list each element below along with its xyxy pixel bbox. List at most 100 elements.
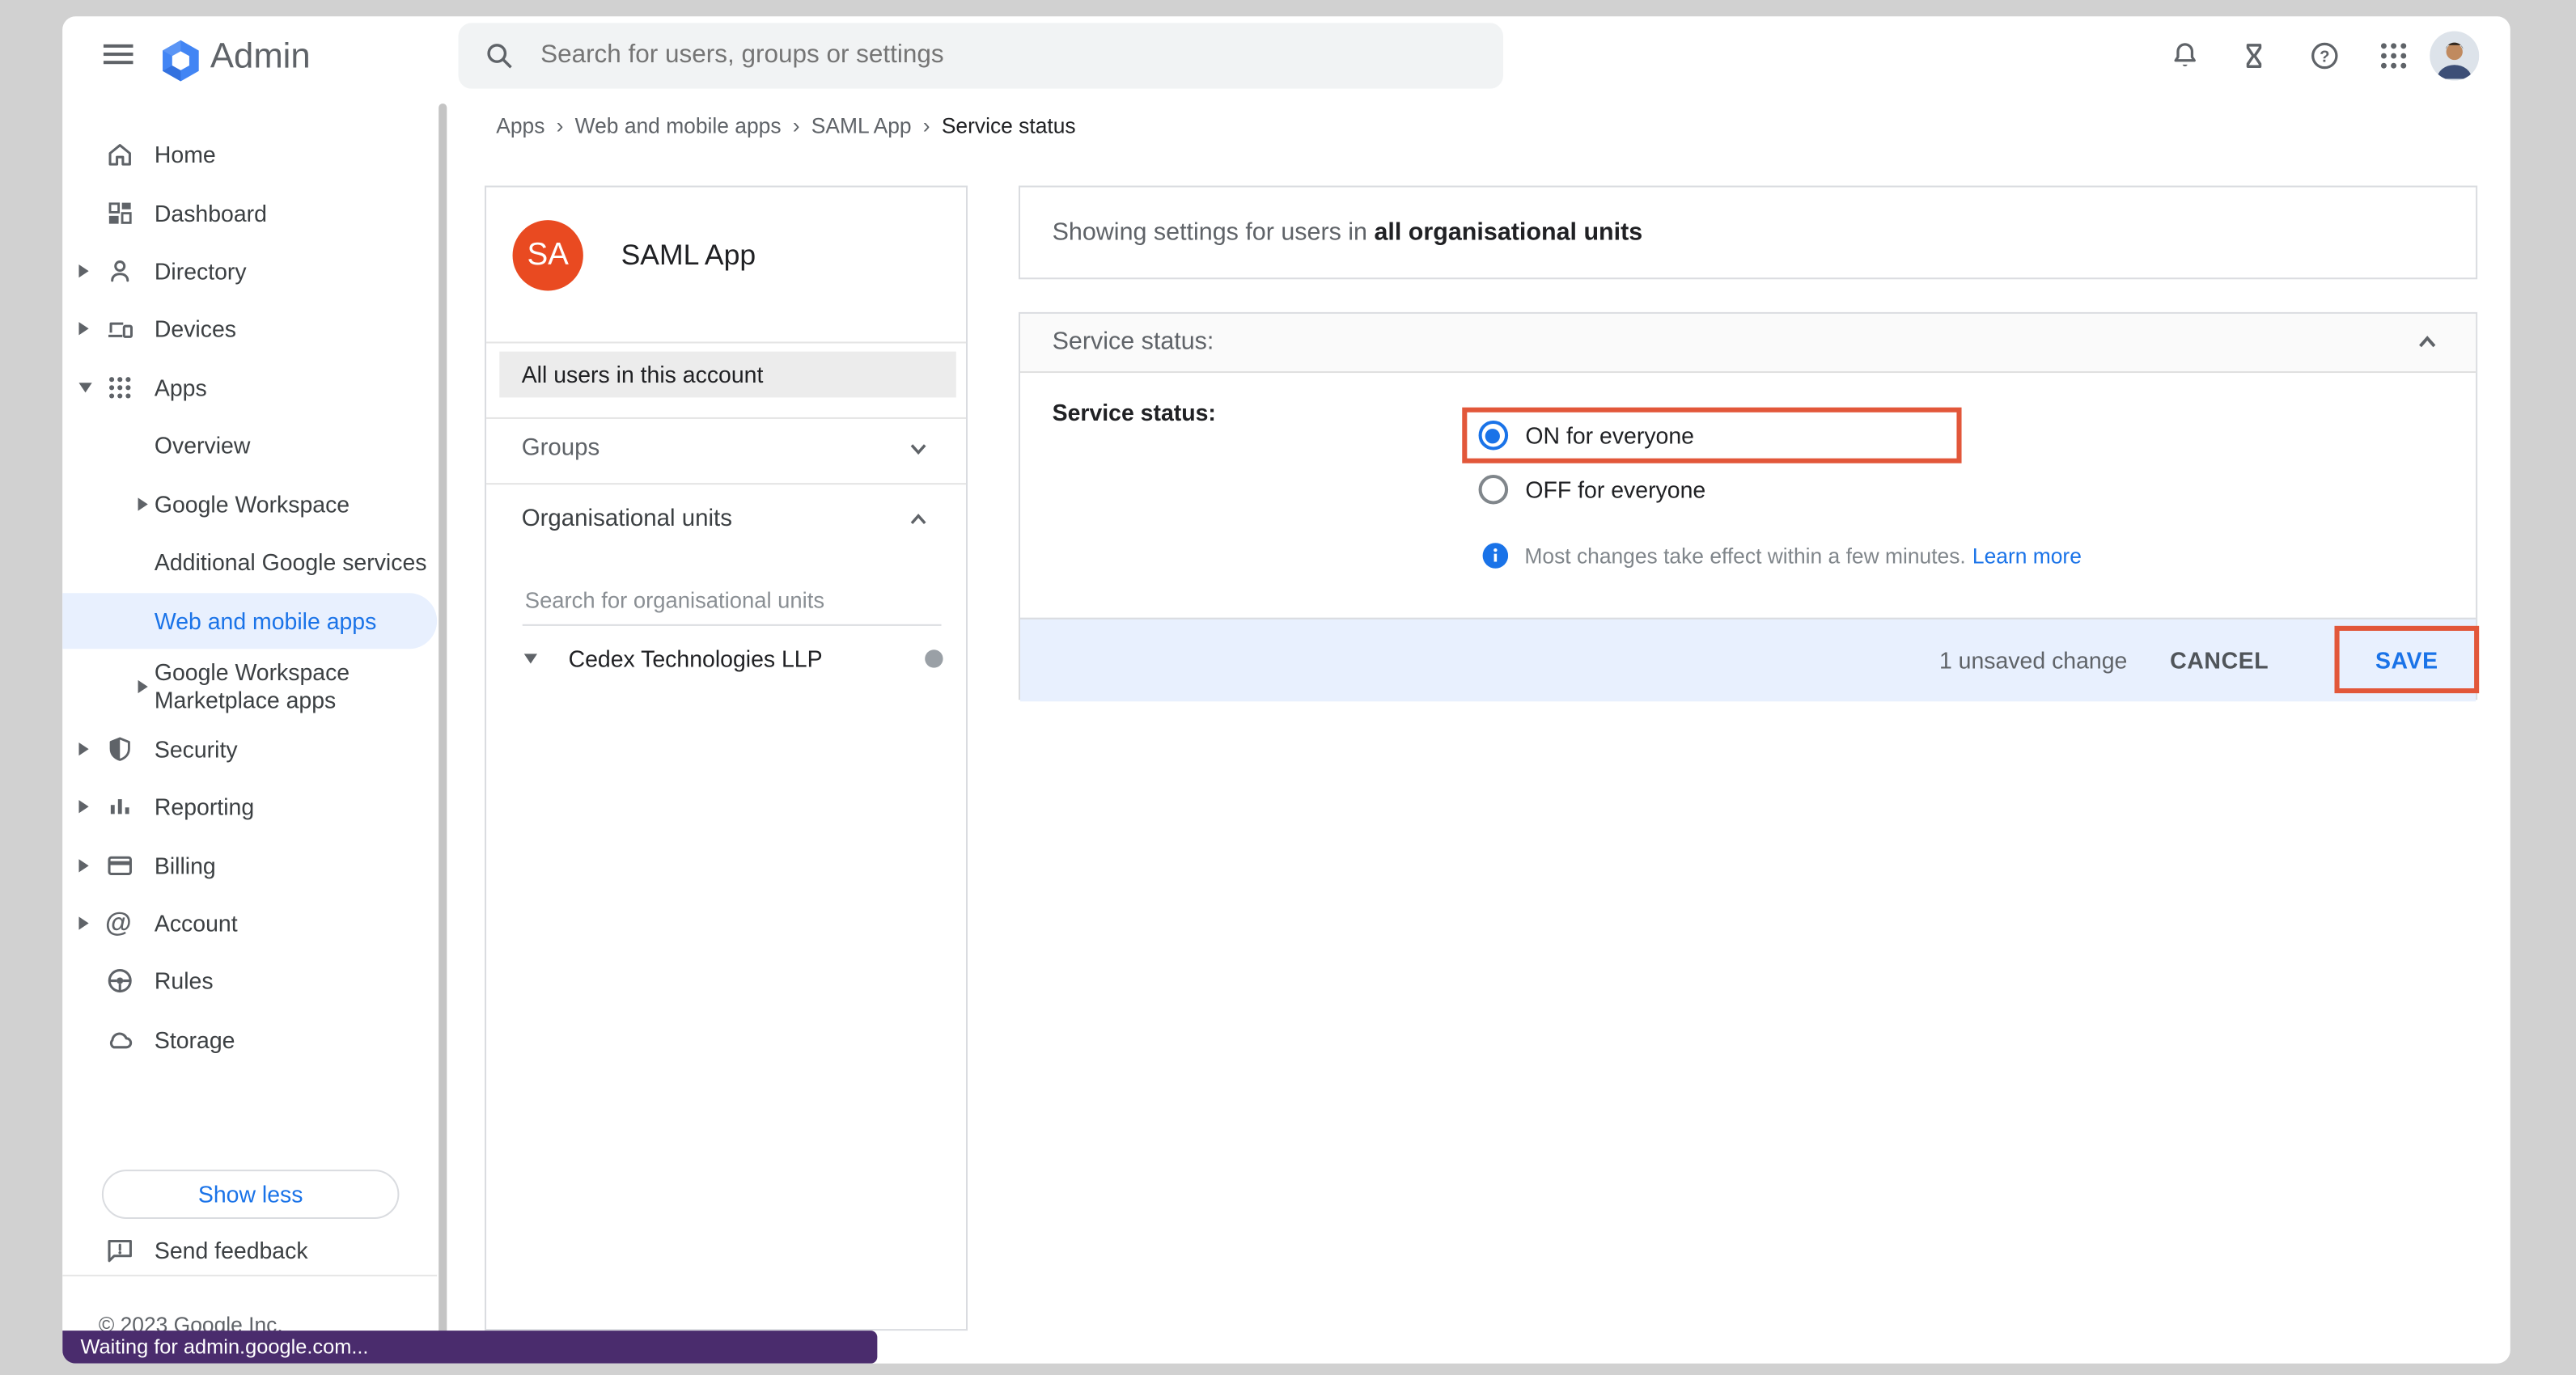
breadcrumb-saml-app[interactable]: SAML App bbox=[811, 112, 912, 137]
status-text: Waiting for admin.google.com... bbox=[80, 1335, 368, 1358]
home-icon bbox=[105, 140, 135, 170]
breadcrumb-separator: › bbox=[923, 112, 930, 137]
scope-banner: Showing settings for users in all organi… bbox=[1019, 186, 2477, 280]
service-status-card: Service status: Service status: ON for e… bbox=[1019, 312, 2477, 699]
expand-caret-icon[interactable] bbox=[78, 800, 88, 813]
admin-console-window: Admin ? bbox=[62, 16, 2510, 1363]
apps-grid-icon bbox=[2377, 40, 2410, 73]
sidebar-item-devices[interactable]: Devices bbox=[62, 301, 437, 357]
tasks-button[interactable] bbox=[2221, 23, 2286, 88]
shield-icon bbox=[105, 734, 135, 764]
org-unit-root-item[interactable]: Cedex Technologies LLP bbox=[485, 634, 966, 682]
sidebar-item-web-and-mobile-apps[interactable]: Web and mobile apps bbox=[62, 592, 436, 648]
collapse-caret-icon[interactable] bbox=[78, 382, 91, 391]
breadcrumb-apps[interactable]: Apps bbox=[496, 112, 544, 137]
all-users-item[interactable]: All users in this account bbox=[499, 351, 955, 398]
chevron-down-icon bbox=[906, 436, 929, 459]
browser-status-bar: Waiting for admin.google.com... bbox=[62, 1331, 877, 1363]
hamburger-icon bbox=[104, 44, 133, 48]
expand-caret-icon[interactable] bbox=[138, 497, 148, 510]
global-search[interactable] bbox=[459, 23, 1503, 88]
field-label: Service status: bbox=[1053, 400, 1216, 425]
sidebar-item-additional-google-services[interactable]: Additional Google services bbox=[62, 534, 437, 590]
cloud-icon bbox=[105, 1024, 135, 1054]
bar-chart-icon bbox=[105, 792, 135, 822]
sidebar-nav: Home Dashboard Directo bbox=[62, 95, 437, 1364]
groups-section-toggle[interactable]: Groups bbox=[485, 415, 966, 480]
service-status-header[interactable]: Service status: bbox=[1020, 314, 2476, 372]
person-icon bbox=[105, 256, 135, 286]
help-button[interactable]: ? bbox=[2292, 23, 2358, 88]
show-less-button[interactable]: Show less bbox=[102, 1170, 400, 1219]
breadcrumb: Apps › Web and mobile apps › SAML App › … bbox=[496, 108, 1075, 142]
radio-off-for-everyone[interactable]: OFF for everyone bbox=[1478, 472, 1706, 506]
send-feedback-button[interactable]: Send feedback bbox=[62, 1222, 437, 1278]
google-admin-logo-icon bbox=[159, 40, 201, 82]
devices-icon bbox=[105, 314, 135, 344]
info-note: Most changes take effect within a few mi… bbox=[1481, 542, 2082, 570]
app-name: SAML App bbox=[621, 239, 756, 273]
org-units-search-input[interactable] bbox=[522, 575, 941, 626]
app-summary-panel: SA SAML App All users in this account Gr… bbox=[484, 186, 968, 1331]
bell-icon bbox=[2168, 40, 2201, 73]
unsaved-changes-bar: 1 unsaved change CANCEL SAVE bbox=[1020, 618, 2476, 701]
svg-text:?: ? bbox=[2320, 48, 2329, 66]
sidebar-item-gw-marketplace-apps[interactable]: Google Workspace Marketplace apps bbox=[62, 657, 437, 716]
hourglass-icon bbox=[2238, 40, 2271, 73]
sidebar-item-dashboard[interactable]: Dashboard bbox=[62, 184, 437, 240]
avatar-photo-icon bbox=[2430, 32, 2479, 81]
google-apps-button[interactable] bbox=[2361, 23, 2426, 88]
sidebar-item-overview[interactable]: Overview bbox=[62, 417, 437, 473]
notifications-button[interactable] bbox=[2152, 23, 2218, 88]
sidebar-item-google-workspace[interactable]: Google Workspace bbox=[62, 476, 437, 531]
sidebar-item-reporting[interactable]: Reporting bbox=[62, 779, 437, 835]
sidebar-item-directory[interactable]: Directory bbox=[62, 243, 437, 299]
tree-expand-caret-icon[interactable] bbox=[523, 653, 536, 662]
sidebar-item-home[interactable]: Home bbox=[62, 126, 437, 182]
sidebar-item-rules[interactable]: Rules bbox=[62, 953, 437, 1009]
sidebar-item-account[interactable]: @ Account bbox=[62, 895, 437, 950]
collapse-chevron-icon[interactable] bbox=[2415, 330, 2439, 354]
apps-grid-icon bbox=[105, 372, 135, 402]
breadcrumb-separator: › bbox=[557, 112, 564, 137]
sidebar-item-billing[interactable]: Billing bbox=[62, 837, 437, 893]
sidebar-item-apps[interactable]: Apps bbox=[62, 359, 437, 415]
radio-on-for-everyone[interactable]: ON for everyone bbox=[1478, 419, 1694, 452]
help-icon: ? bbox=[2308, 40, 2341, 73]
sidebar-item-security[interactable]: Security bbox=[62, 721, 437, 776]
expand-caret-icon[interactable] bbox=[78, 916, 88, 929]
search-icon bbox=[485, 41, 515, 71]
annotation-highlight-save: SAVE bbox=[2334, 626, 2479, 693]
desktop-background: Admin ? bbox=[0, 0, 2576, 1375]
breadcrumb-web-and-mobile-apps[interactable]: Web and mobile apps bbox=[575, 112, 782, 137]
breadcrumb-current: Service status bbox=[942, 112, 1076, 137]
steering-wheel-icon bbox=[105, 966, 135, 996]
radio-selected-icon[interactable] bbox=[1478, 421, 1508, 451]
account-avatar[interactable] bbox=[2430, 32, 2479, 81]
radio-unselected-icon[interactable] bbox=[1478, 474, 1508, 504]
credit-card-icon bbox=[105, 850, 135, 880]
org-unit-status-dot bbox=[924, 649, 942, 666]
info-icon bbox=[1481, 543, 1509, 570]
expand-caret-icon[interactable] bbox=[78, 264, 88, 277]
dashboard-icon bbox=[105, 198, 135, 228]
save-button[interactable]: SAVE bbox=[2375, 647, 2438, 673]
main-menu-button[interactable] bbox=[86, 21, 151, 87]
search-input[interactable] bbox=[537, 40, 1503, 73]
breadcrumb-separator: › bbox=[793, 112, 800, 137]
cancel-button[interactable]: CANCEL bbox=[2170, 647, 2269, 673]
app-avatar: SA bbox=[513, 220, 583, 290]
feedback-icon bbox=[105, 1235, 135, 1265]
section-title: Service status: bbox=[1053, 328, 1214, 357]
at-sign-icon: @ bbox=[105, 908, 132, 937]
chevron-up-icon bbox=[906, 507, 929, 530]
expand-caret-icon[interactable] bbox=[138, 680, 148, 693]
learn-more-link[interactable]: Learn more bbox=[1972, 544, 2082, 568]
sidebar-item-storage[interactable]: Storage bbox=[62, 1011, 437, 1067]
product-title: Admin bbox=[210, 35, 311, 78]
expand-caret-icon[interactable] bbox=[78, 858, 88, 871]
expand-caret-icon[interactable] bbox=[78, 742, 88, 755]
sidebar-scrollbar[interactable] bbox=[438, 104, 447, 1348]
org-units-section-toggle[interactable]: Organisational units bbox=[485, 485, 966, 551]
expand-caret-icon[interactable] bbox=[78, 322, 88, 335]
